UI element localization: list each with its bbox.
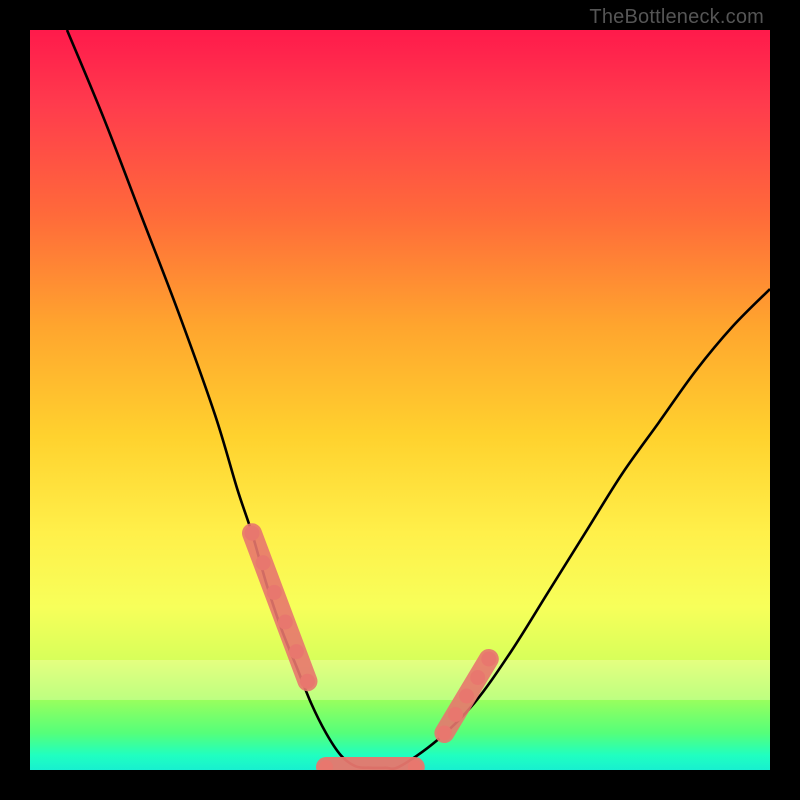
chart-svg <box>30 30 770 770</box>
marker-pill <box>252 533 308 681</box>
curve-layer <box>67 30 770 769</box>
marker-dot <box>278 615 293 630</box>
chart-frame <box>30 30 770 770</box>
marker-dot <box>470 670 485 685</box>
marker-dot <box>267 585 282 600</box>
marker-dot <box>245 526 260 541</box>
marker-dot <box>448 707 463 722</box>
bottleneck-curve <box>67 30 770 769</box>
watermark-text: TheBottleneck.com <box>589 6 764 29</box>
marker-dot <box>459 689 474 704</box>
marker-dot <box>256 555 271 570</box>
marker-dot <box>437 726 452 741</box>
marker-layer <box>245 526 497 770</box>
marker-dot <box>481 652 496 667</box>
marker-dot <box>300 674 315 689</box>
marker-dot <box>289 644 304 659</box>
